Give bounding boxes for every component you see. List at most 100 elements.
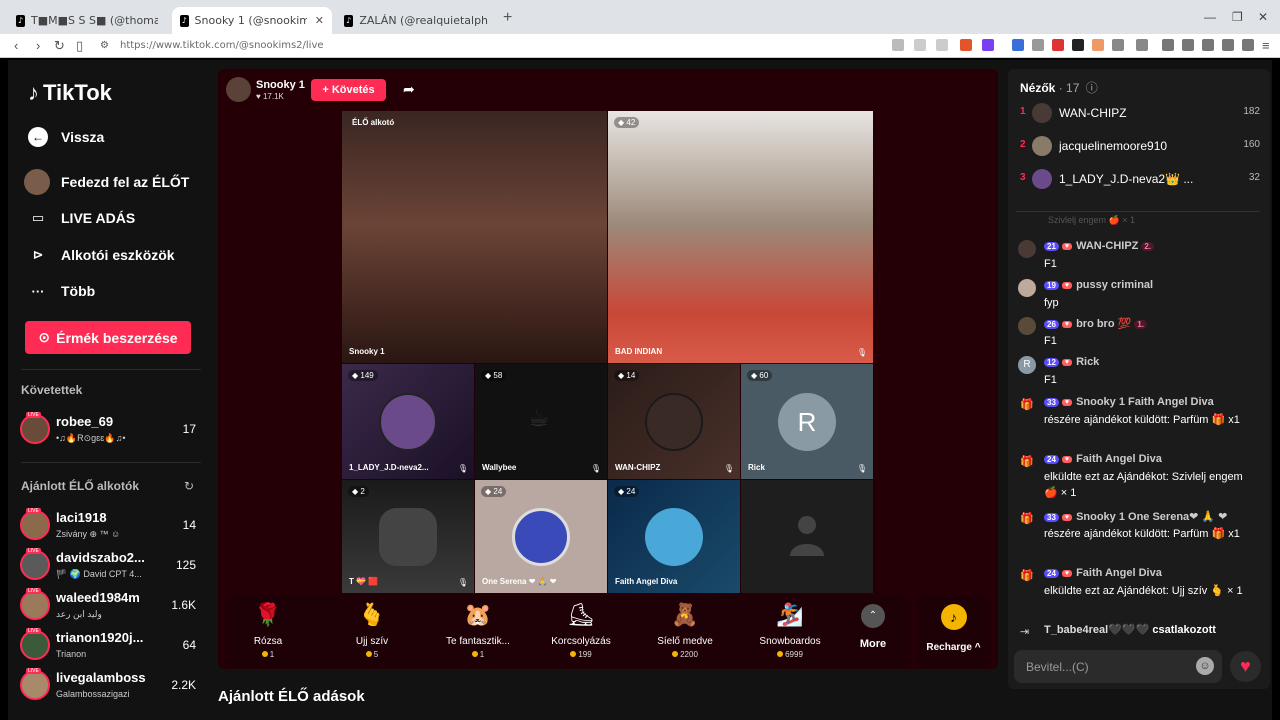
help-icon[interactable]: ⓘ [1086,81,1098,95]
get-coins-button[interactable]: ⊙ Érmék beszerzése [25,321,191,354]
chat-message[interactable]: R 12 ♥ Rick F1 [1018,356,1258,388]
more-gifts-button[interactable]: ⌃ More [855,604,891,650]
minimize-icon[interactable]: — [1204,10,1216,24]
level-badge: 19 [1044,280,1059,290]
viewer-row[interactable]: 3 1_LADY_J.D-neva2👑 ... 32 [1020,169,1260,191]
vpn-icon[interactable] [1242,39,1254,51]
window-close-icon[interactable]: ✕ [1258,10,1268,24]
recommended-account[interactable]: LIVE livegalamboss Galambossazigazi 2.2K [20,668,196,704]
video-tile[interactable]: ◆ 149 1_LADY_J.D-neva2... 🎙 [342,364,474,479]
gift-name: Ujj szív [355,636,389,647]
extension-icon[interactable] [1072,39,1084,51]
recommended-account[interactable]: LIVE laci1918 Zsivány ⊕ ™ ☺ 14 [20,508,196,544]
extension-icon[interactable] [1136,39,1148,51]
chat-message[interactable]: 21 ♥ WAN-CHIPZ 2. F1 [1018,240,1258,272]
video-tile[interactable]: ◆ 24 One Serena ❤ 🙏 ❤ [475,480,607,593]
like-heart-button[interactable]: ♥ [1230,651,1261,682]
url-input[interactable]: https://www.tiktok.com/@snookims2/live [120,40,324,51]
following-account[interactable]: LIVE robee_69 •♫🔥R⊙ɡɛɛ🔥♫• 17 [20,412,196,448]
chat-username: pussy criminal [1076,279,1154,291]
gift-item[interactable]: ⛸ Korcsolyázás 199 [536,600,626,659]
host-name[interactable]: Snooky 1 [256,79,305,91]
restore-icon[interactable]: ❐ [1232,10,1243,24]
new-tab-button[interactable]: + [503,9,512,27]
gift-message[interactable]: 🎁 33 ♥ Snooky 1 Faith Angel Diva részére a… [1018,396,1258,444]
back-arrow-icon[interactable]: ‹ [14,38,18,53]
gift-item[interactable]: 🐹 Te fantasztik... 1 [433,600,523,659]
account-name: waleed1984m [56,590,140,605]
menu-icon[interactable]: ≡ [1262,38,1270,53]
video-tile[interactable]: ◆ 60 R Rick 🎙 [741,364,873,479]
gift-item[interactable]: 🌹 Rózsa 1 [223,600,313,659]
gift-price: 1 [223,650,313,659]
nav-creator-tools[interactable]: ⊳ Alkotói eszközök [28,245,175,265]
chat-input[interactable]: Bevitel...(C) ☺ [1014,650,1222,683]
extension-icon[interactable] [1012,39,1024,51]
gift-item[interactable]: 🏂 Snowboardos 6999 [745,600,835,659]
coin-icon [672,651,679,657]
brave-shield-icon[interactable] [960,39,972,51]
rewards-icon[interactable] [982,39,994,51]
refresh-icon[interactable]: ↻ [184,479,194,493]
recommended-account[interactable]: LIVE trianon1920j... Trianon 64 [20,628,196,664]
participant-name: Wallybee [482,463,517,472]
video-tile[interactable]: ◆ 42 BAD INDIAN 🎙 [608,111,873,363]
chat-message[interactable]: 19 ♥ pussy criminal fyp [1018,279,1258,311]
video-tile[interactable]: ◆ 24 Faith Angel Diva [608,480,740,593]
close-tab-icon[interactable]: ✕ [315,14,324,27]
site-settings-icon[interactable]: ⚙ [100,40,109,51]
sidebar-icon[interactable] [1182,39,1194,51]
recommended-account[interactable]: LIVE waleed1984m وليد ابن رعد 1.6K [20,588,196,624]
live-badge: LIVE [26,412,41,418]
fan-badge-icon: ♥ [1061,320,1073,328]
wallet-icon[interactable] [1202,39,1214,51]
browser-tab-active[interactable]: ♪ Snooky 1 (@snookims2) ÉLŐ ✕ [172,7,332,34]
recommended-account[interactable]: LIVE davidszabo2... 🏴 🌍 David CPT 4... 1… [20,548,196,584]
back-button[interactable]: ← Vissza [28,127,104,147]
gift-name: Snowboardos [759,636,821,647]
nav-explore-live[interactable]: Fedezd fel az ÉLŐT [24,169,189,195]
tiktok-logo[interactable]: ♪ TikTok [28,80,112,106]
gift-item[interactable]: 🧸 Síelő medve 2200 [640,600,730,659]
share-icon[interactable] [936,39,948,51]
gift-message[interactable]: 🎁 24 ♥ Faith Angel Diva elküldte ezt az Aj… [1018,453,1258,501]
browser-tab[interactable]: ♪ ZALÁN (@realquietalpha) ÉLŐ [336,7,496,34]
video-tile-host[interactable]: ÉLŐ alkotó Snooky 1 [342,111,607,363]
viewer-row[interactable]: 2 jacquelinemoore910 160 [1020,136,1260,158]
nav-go-live[interactable]: ▭ LIVE ADÁS [28,208,135,228]
viewer-row[interactable]: 1 WAN-CHIPZ 182 [1020,103,1260,125]
recharge-button[interactable]: ♪ Recharge ^ [917,596,990,668]
blocked-icon[interactable] [892,39,904,51]
nav-more[interactable]: ··· Több [28,281,96,301]
video-tile-empty[interactable] [741,480,873,593]
follow-button[interactable]: + Követés [311,79,386,101]
gift-message[interactable]: 🎁 24 ♥ Faith Angel Diva elküldte ezt az Aj… [1018,567,1258,615]
download-icon[interactable] [1222,39,1234,51]
host-avatar[interactable] [226,77,251,102]
following-title: Követettek [21,383,83,397]
video-tile[interactable]: ◆ 14 WAN-CHIPZ 🎙 [608,364,740,479]
nav-label: Alkotói eszközök [61,247,175,263]
puzzle-icon[interactable] [1112,39,1124,51]
video-tile[interactable]: ◆ 2 T 💝 🟥 🎙 [342,480,474,593]
zoom-icon[interactable] [914,39,926,51]
music-icon[interactable] [1162,39,1174,51]
snowboarder-gift-icon: 🏂 [776,602,804,627]
emoji-icon[interactable]: ☺ [1196,657,1214,675]
message-text: F1 [1044,258,1057,270]
share-icon[interactable]: ➦ [403,81,415,98]
chat-username: Rick [1076,356,1100,368]
reload-icon[interactable]: ↻ [54,38,65,54]
video-tile[interactable]: ◆ 58 ☕ Wallybee 🎙 [475,364,607,479]
viewer-score: 160 [1243,139,1260,150]
bookmark-icon[interactable]: ▯ [76,38,83,54]
forward-arrow-icon[interactable]: › [36,38,40,53]
gift-message[interactable]: 🎁 33 ♥ Snooky 1 One Serena❤ 🙏 ❤ részére aj… [1018,510,1258,558]
extension-icon[interactable] [1052,39,1064,51]
browser-tab[interactable]: ♪ T■M■S S S■ (@thomasssj1) | [8,7,166,34]
extension-icon[interactable] [1032,39,1044,51]
extension-icon[interactable] [1092,39,1104,51]
chat-message[interactable]: 26 ♥ bro bro 💯 1. F1 [1018,317,1258,349]
mic-muted-icon: 🎙 [457,578,468,587]
gift-item[interactable]: 🫰 Ujj szív 5 [327,600,417,659]
